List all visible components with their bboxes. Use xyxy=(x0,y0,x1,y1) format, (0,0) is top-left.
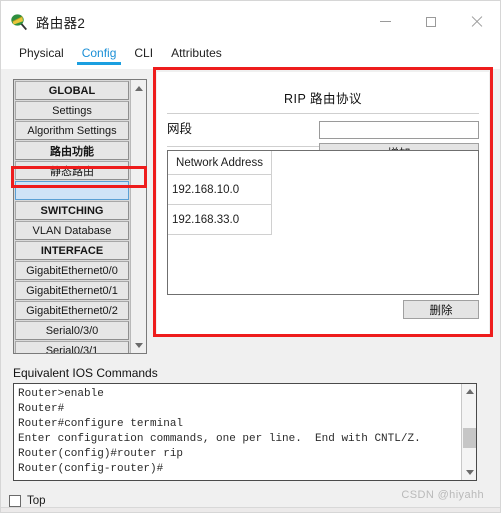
sidebar-item-label: Serial0/3/1 xyxy=(45,344,99,354)
sidebar-scroll-up-button[interactable] xyxy=(131,80,147,96)
caret-up-icon xyxy=(465,389,474,394)
sidebar-item-settings[interactable]: Settings xyxy=(15,101,129,120)
sidebar-item-label: VLAN Database xyxy=(32,224,112,237)
table-row[interactable]: 192.168.33.0 xyxy=(168,205,271,235)
sidebar-item-gigabitethernet0-1[interactable]: GigabitEthernet0/1 xyxy=(15,281,129,300)
minimize-icon xyxy=(379,21,391,22)
sidebar-item-routing[interactable]: 路由功能 xyxy=(15,141,129,160)
caret-down-icon xyxy=(135,342,143,348)
network-label: 网段 xyxy=(167,122,193,136)
ios-scroll-down-button[interactable] xyxy=(462,465,477,480)
network-address-table[interactable]: Network Address 192.168.10.0 192.168.33.… xyxy=(167,150,479,295)
network-label-column: 网段 xyxy=(167,120,319,147)
sidebar-item-label: GigabitEthernet0/0 xyxy=(26,264,118,277)
tab-config[interactable]: Config xyxy=(73,42,126,66)
sidebar-item-label: Settings xyxy=(52,104,92,117)
tab-bar: Physical Config CLI Attributes xyxy=(1,42,500,69)
table-header-network-address: Network Address xyxy=(168,151,271,175)
tab-config-label: Config xyxy=(81,46,117,60)
watermark: CSDN @hiyahh xyxy=(401,489,484,501)
ios-scrollbar[interactable] xyxy=(461,384,476,480)
tab-physical-label: Physical xyxy=(19,46,64,60)
caret-up-icon xyxy=(135,85,143,91)
sidebar-item-gigabitethernet0-2[interactable]: GigabitEthernet0/2 xyxy=(15,301,129,320)
top-checkbox-label: Top xyxy=(27,494,46,507)
ios-commands-text[interactable]: Router>enable Router# Router#configure t… xyxy=(14,384,461,480)
router-device-icon xyxy=(10,13,28,31)
maximize-button[interactable] xyxy=(408,1,454,42)
window-title: 路由器2 xyxy=(36,15,86,31)
sidebar-item-vlan-database[interactable]: VLAN Database xyxy=(15,221,129,240)
sidebar-item-label: INTERFACE xyxy=(40,244,104,257)
sidebar-item-serial0-3-1[interactable]: Serial0/3/1 xyxy=(15,341,129,353)
sidebar-item-rip[interactable] xyxy=(15,181,129,200)
delete-network-button[interactable]: 删除 xyxy=(403,300,479,319)
panel-title: RIP 路由协议 xyxy=(283,92,363,106)
sidebar-item-label: SWITCHING xyxy=(40,204,104,217)
network-label-divider xyxy=(167,146,319,147)
ios-commands-box: Router>enable Router# Router#configure t… xyxy=(13,383,477,481)
delete-button-row: 删除 xyxy=(167,300,479,319)
sidebar-item-gigabitethernet0-0[interactable]: GigabitEthernet0/0 xyxy=(15,261,129,280)
sidebar-item-algorithm-settings[interactable]: Algorithm Settings xyxy=(15,121,129,140)
ios-commands-label: Equivalent IOS Commands xyxy=(13,366,158,380)
tab-cli-label: CLI xyxy=(134,46,154,60)
table-row[interactable]: 192.168.10.0 xyxy=(168,175,271,205)
router-config-window: 路由器2 Physical Config CLI Attributes GLOB… xyxy=(0,0,501,513)
sidebar-item-global[interactable]: GLOBAL xyxy=(15,81,129,100)
top-checkbox[interactable] xyxy=(9,494,21,507)
tab-attributes-label: Attributes xyxy=(171,46,222,60)
window-controls xyxy=(362,1,500,42)
ios-scroll-up-button[interactable] xyxy=(462,384,477,399)
content-area: GLOBAL Settings Algorithm Settings 路由功能 … xyxy=(1,67,500,512)
sidebar-item-serial0-3-0[interactable]: Serial0/3/0 xyxy=(15,321,129,340)
network-address-input[interactable] xyxy=(319,121,479,139)
sidebar-scrollbar[interactable] xyxy=(130,80,146,353)
panel-title-divider xyxy=(167,113,479,114)
sidebar-item-label: 静态路由 xyxy=(50,165,94,178)
sidebar-item-label: GigabitEthernet0/1 xyxy=(26,284,118,297)
tab-attributes[interactable]: Attributes xyxy=(162,42,231,66)
sidebar-item-label: Serial0/3/0 xyxy=(45,324,99,337)
sidebar-item-label: GLOBAL xyxy=(48,84,96,97)
sidebar-item-label: Algorithm Settings xyxy=(27,124,117,137)
sidebar-item-interface[interactable]: INTERFACE xyxy=(15,241,129,260)
delete-network-label: 删除 xyxy=(429,304,453,317)
tab-physical[interactable]: Physical xyxy=(10,42,73,66)
sidebar-list: GLOBAL Settings Algorithm Settings 路由功能 … xyxy=(14,80,130,353)
sidebar-item-label: GigabitEthernet0/2 xyxy=(26,304,118,317)
close-button[interactable] xyxy=(454,1,500,42)
sidebar-item-switching[interactable]: SWITCHING xyxy=(15,201,129,220)
window-bottom-strip xyxy=(1,507,500,512)
ios-scroll-thumb[interactable] xyxy=(463,428,476,448)
maximize-icon xyxy=(426,16,436,27)
tab-cli[interactable]: CLI xyxy=(125,42,162,66)
network-address-column: Network Address 192.168.10.0 192.168.33.… xyxy=(168,151,272,235)
title-bar: 路由器2 xyxy=(1,1,500,42)
sidebar-scroll-down-button[interactable] xyxy=(131,337,147,353)
minimize-button[interactable] xyxy=(362,1,408,42)
config-sidebar: GLOBAL Settings Algorithm Settings 路由功能 … xyxy=(13,79,147,354)
sidebar-item-static-routing[interactable]: 静态路由 xyxy=(15,161,129,180)
caret-down-icon xyxy=(465,470,474,475)
close-icon xyxy=(471,16,483,28)
rip-config-panel: RIP 路由协议 网段 增加 Network Address 192.168. xyxy=(157,72,489,335)
sidebar-item-label: 路由功能 xyxy=(50,145,94,158)
